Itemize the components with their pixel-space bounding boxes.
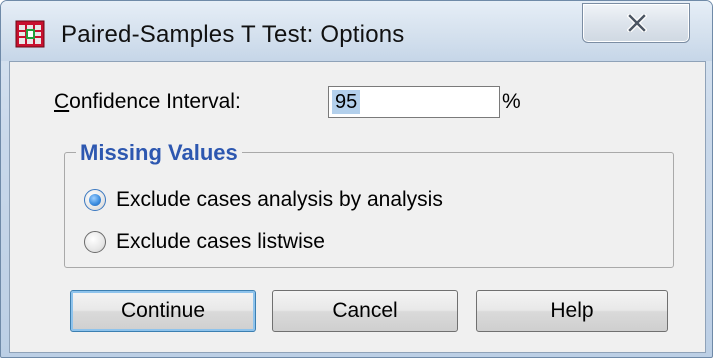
percent-suffix: %	[502, 90, 521, 113]
missing-values-title: Missing Values	[76, 140, 242, 166]
options-dialog: Paired-Samples T Test: Options Confidenc…	[0, 0, 713, 358]
confidence-interval-label: Confidence Interval:	[54, 90, 241, 113]
continue-button[interactable]: Continue	[70, 290, 256, 332]
cancel-button[interactable]: Cancel	[272, 290, 458, 332]
radio-exclude-analysis-by-analysis[interactable]: Exclude cases analysis by analysis	[84, 186, 443, 214]
help-button[interactable]: Help	[476, 290, 668, 332]
radio-label: Exclude cases listwise	[116, 230, 325, 253]
radio-label: Exclude cases analysis by analysis	[116, 188, 443, 211]
dialog-body: Confidence Interval: 95 % Missing Values…	[9, 61, 706, 353]
confidence-interval-value: 95	[332, 90, 361, 114]
radio-button[interactable]	[84, 231, 106, 253]
close-icon	[627, 14, 647, 32]
spss-table-icon	[15, 20, 45, 48]
confidence-interval-input[interactable]: 95	[328, 86, 500, 118]
close-button[interactable]	[582, 3, 690, 43]
title-bar: Paired-Samples T Test: Options	[1, 1, 712, 61]
radio-exclude-listwise[interactable]: Exclude cases listwise	[84, 228, 325, 256]
window-title: Paired-Samples T Test: Options	[61, 21, 405, 48]
radio-button-selected[interactable]	[84, 189, 106, 211]
